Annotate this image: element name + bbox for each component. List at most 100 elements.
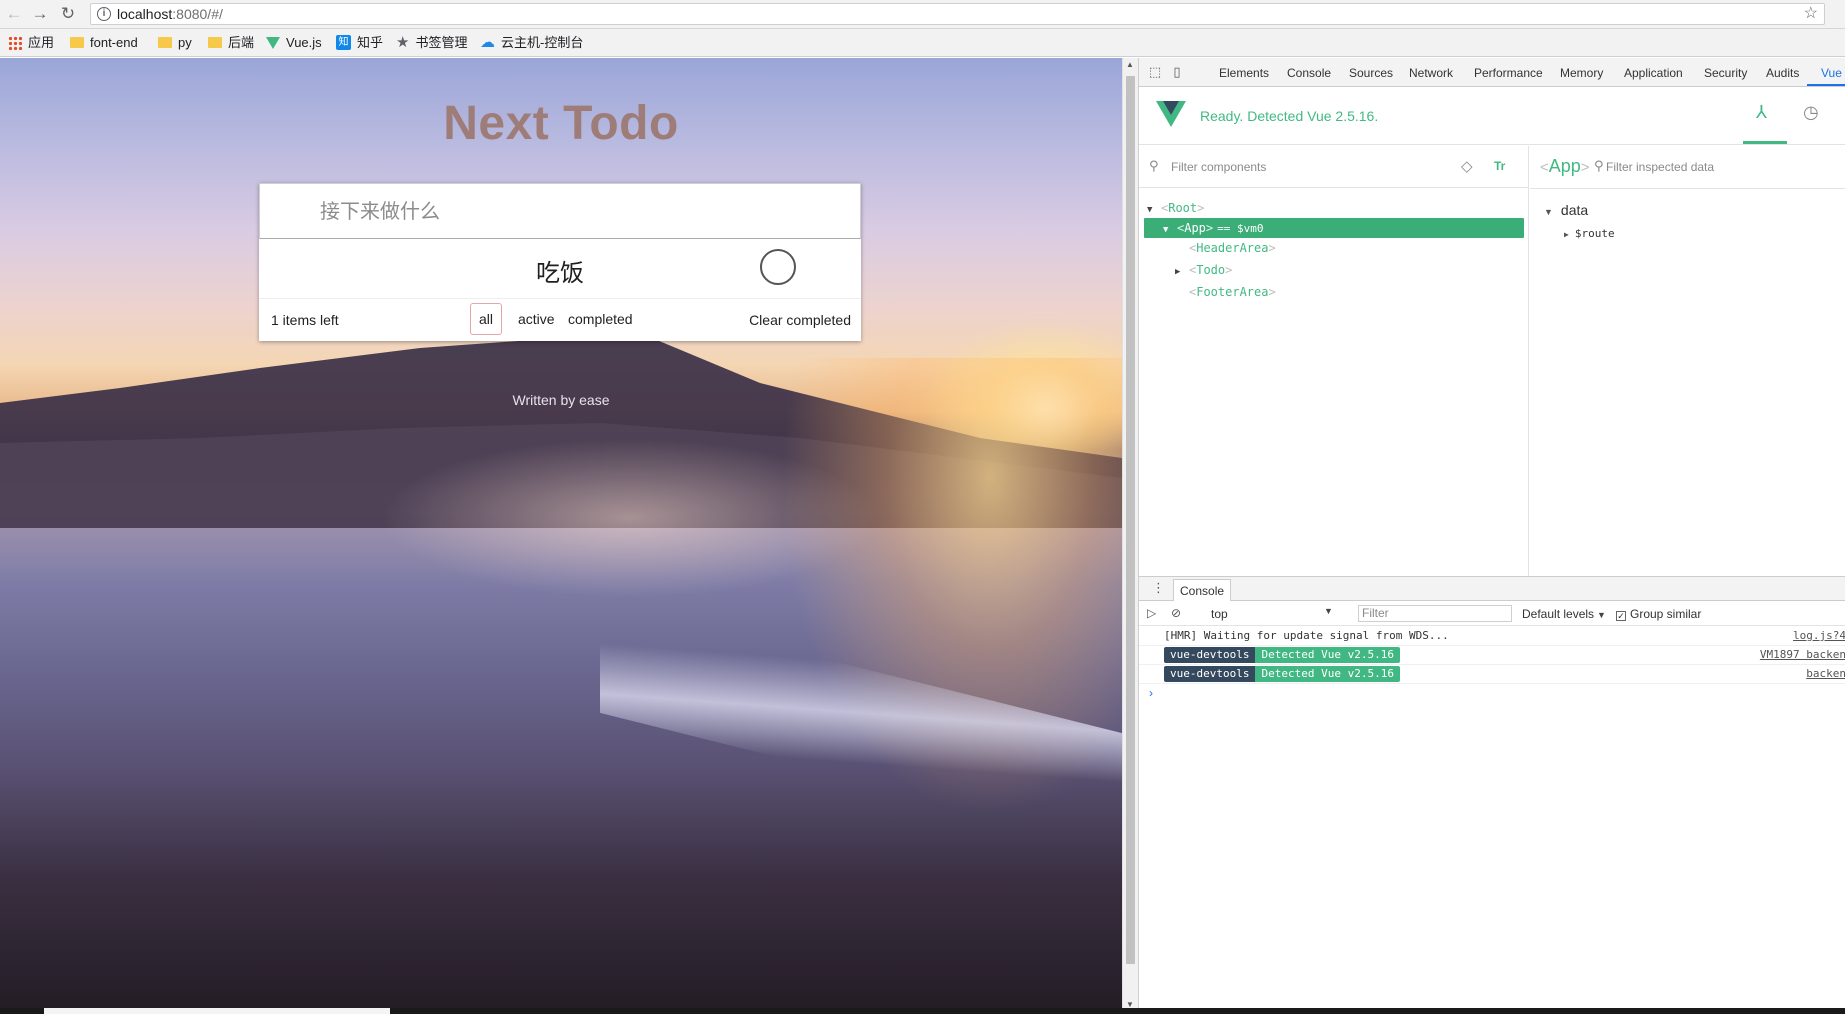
- console-toolbar: ▷ ⊘ top ▼ Filter Default levels ▼ ✓ Group s…: [1139, 602, 1845, 626]
- clear-completed-button[interactable]: Clear completed: [749, 312, 851, 328]
- tab-performance[interactable]: Performance: [1474, 66, 1543, 80]
- tree-node-headerarea[interactable]: <HeaderArea>: [1189, 238, 1276, 258]
- log-source-link[interactable]: VM1897 backen: [1760, 646, 1845, 664]
- vue-logo-icon: [266, 36, 280, 49]
- context-value: top: [1211, 607, 1228, 621]
- scroll-up-icon[interactable]: ▲: [1126, 60, 1134, 69]
- log-message: vue-devtools Detected Vue v2.5.16: [1164, 665, 1400, 683]
- apps-grid-icon: [8, 35, 22, 50]
- scrollbar-thumb[interactable]: [1126, 76, 1135, 964]
- checkbox-checked-icon[interactable]: ✓: [1616, 611, 1626, 621]
- console-drawer: ⋮ Console ▷ ⊘ top ▼ Filter Default levels…: [1139, 576, 1845, 1014]
- log-message: [HMR] Waiting for update signal from WDS…: [1164, 629, 1449, 642]
- bookmark-cloud-console[interactable]: ☁ 云主机-控制台: [480, 34, 583, 52]
- node-name: Todo: [1196, 263, 1226, 277]
- data-field-route[interactable]: ▶ $route: [1564, 227, 1615, 240]
- sidebar-toggle-icon[interactable]: ▷: [1147, 606, 1156, 620]
- todo-item[interactable]: 吃饭: [259, 239, 861, 299]
- dropdown-arrow-icon: ▼: [1597, 610, 1606, 620]
- tab-sources[interactable]: Sources: [1349, 66, 1393, 80]
- log-source-link[interactable]: backen: [1806, 665, 1845, 683]
- bookmark-label: 知乎: [357, 35, 384, 50]
- bookmark-font-end[interactable]: font-end: [70, 34, 138, 52]
- context-selector[interactable]: top ▼: [1211, 606, 1333, 621]
- inspector-pane: <App> ⚲ Filter inspected data ▼ data ▶ $ro…: [1530, 146, 1845, 576]
- tab-elements[interactable]: Elements: [1219, 66, 1269, 80]
- devtools-tab-bar: ⬚ ▯ Elements Console Sources Network Per…: [1139, 58, 1845, 87]
- filter-components-input[interactable]: Filter components: [1171, 160, 1266, 174]
- bookmark-manager[interactable]: ★ 书签管理: [396, 34, 467, 52]
- folder-icon: [158, 37, 172, 49]
- format-names-icon[interactable]: Tr: [1494, 159, 1505, 173]
- drawer-tab-console[interactable]: Console: [1173, 579, 1232, 601]
- filter-all[interactable]: all: [470, 303, 503, 335]
- filter-active[interactable]: active: [509, 303, 564, 335]
- device-toolbar-icon[interactable]: ▯: [1169, 64, 1185, 80]
- info-icon[interactable]: i: [97, 7, 111, 21]
- bookmark-zhihu[interactable]: 知知乎: [336, 34, 383, 52]
- console-prompt[interactable]: ›: [1149, 686, 1153, 700]
- tree-node-root[interactable]: ▼ <Root>: [1147, 198, 1204, 218]
- collapsed-arrow-icon[interactable]: ▶: [1564, 230, 1569, 239]
- collapsed-arrow-icon[interactable]: ▶: [1175, 262, 1189, 282]
- bookmark-label: Vue.js: [286, 35, 322, 50]
- node-name: App: [1184, 221, 1206, 235]
- reload-icon[interactable]: ↻: [58, 4, 78, 24]
- filter-completed[interactable]: completed: [559, 303, 642, 335]
- bookmark-vuejs[interactable]: Vue.js: [266, 34, 322, 52]
- bookmark-apps[interactable]: 应用: [8, 34, 54, 52]
- tab-security[interactable]: Security: [1704, 66, 1747, 80]
- node-name: HeaderArea: [1196, 241, 1269, 255]
- filter-inspected-input[interactable]: Filter inspected data: [1606, 160, 1714, 174]
- tab-network[interactable]: Network: [1409, 66, 1453, 80]
- devtools-badge: vue-devtools: [1164, 647, 1256, 663]
- page-scrollbar[interactable]: ▲ ▼: [1122, 58, 1138, 1014]
- forward-arrow-icon[interactable]: →: [30, 4, 50, 24]
- bookmark-backend[interactable]: 后端: [208, 34, 254, 52]
- log-source-link[interactable]: log.js?4: [1793, 627, 1845, 645]
- expand-arrow-icon[interactable]: ▼: [1544, 207, 1553, 217]
- back-arrow-icon[interactable]: ←: [4, 4, 24, 24]
- todo-card: 吃饭 1 items left all active completed Cle…: [259, 183, 861, 341]
- app-title: Next Todo: [443, 97, 679, 150]
- data-section-header[interactable]: ▼ data: [1544, 202, 1588, 218]
- devtools-panel: ⬚ ▯ Elements Console Sources Network Per…: [1138, 58, 1845, 1014]
- tab-memory[interactable]: Memory: [1560, 66, 1603, 80]
- node-name: Root: [1168, 201, 1198, 215]
- detected-badge: Detected Vue v2.5.16: [1255, 647, 1400, 663]
- more-icon[interactable]: ⋮: [1837, 102, 1845, 123]
- todo-toggle-checkbox[interactable]: [760, 249, 796, 285]
- new-todo-input[interactable]: [259, 183, 861, 239]
- tab-audits[interactable]: Audits: [1766, 66, 1799, 80]
- inspect-element-icon[interactable]: ⬚: [1147, 64, 1163, 80]
- tab-console[interactable]: Console: [1287, 66, 1331, 80]
- component-label: App: [1548, 156, 1581, 176]
- expand-arrow-icon[interactable]: ▼: [1147, 200, 1161, 220]
- console-filter-input[interactable]: Filter: [1358, 605, 1512, 622]
- console-log-row: [HMR] Waiting for update signal from WDS…: [1139, 627, 1845, 646]
- bookmark-label: 云主机-控制台: [501, 35, 584, 50]
- tab-vue[interactable]: Vue: [1821, 66, 1842, 80]
- console-log-row: vue-devtools Detected Vue v2.5.16 VM1897 …: [1139, 646, 1845, 665]
- url-host: localhost: [117, 6, 173, 22]
- drawer-menu-icon[interactable]: ⋮: [1152, 580, 1165, 596]
- group-similar-checkbox[interactable]: ✓ Group similar: [1616, 607, 1701, 621]
- clear-console-icon[interactable]: ⊘: [1171, 606, 1181, 620]
- components-pane: ⚲ Filter components ◇ Tr ▼ <Root> ▼ <App> =…: [1139, 146, 1529, 576]
- page-viewport: Next Todo 吃饭 1 items left all active com…: [0, 58, 1122, 1014]
- tree-node-app[interactable]: ▼ <App> == $vm0: [1144, 218, 1524, 238]
- bookmark-py[interactable]: py: [158, 34, 192, 52]
- log-levels-dropdown[interactable]: Default levels ▼: [1522, 607, 1606, 621]
- target-select-icon[interactable]: ◇: [1461, 157, 1473, 175]
- address-bar[interactable]: i localhost:8080/#/ ☆: [90, 3, 1825, 25]
- tree-node-footerarea[interactable]: <FooterArea>: [1189, 282, 1276, 302]
- detected-badge: Detected Vue v2.5.16: [1255, 666, 1400, 682]
- components-tree-icon[interactable]: ⅄: [1756, 102, 1767, 123]
- tree-node-todo[interactable]: ▶ <Todo>: [1175, 260, 1232, 280]
- inspector-divider: [1530, 188, 1845, 189]
- bookmark-label: py: [178, 35, 192, 50]
- tab-application[interactable]: Application: [1624, 66, 1683, 80]
- bookmark-star-icon[interactable]: ☆: [1804, 4, 1818, 24]
- expand-arrow-icon[interactable]: ▼: [1163, 220, 1177, 240]
- history-clock-icon[interactable]: ◷: [1803, 102, 1819, 123]
